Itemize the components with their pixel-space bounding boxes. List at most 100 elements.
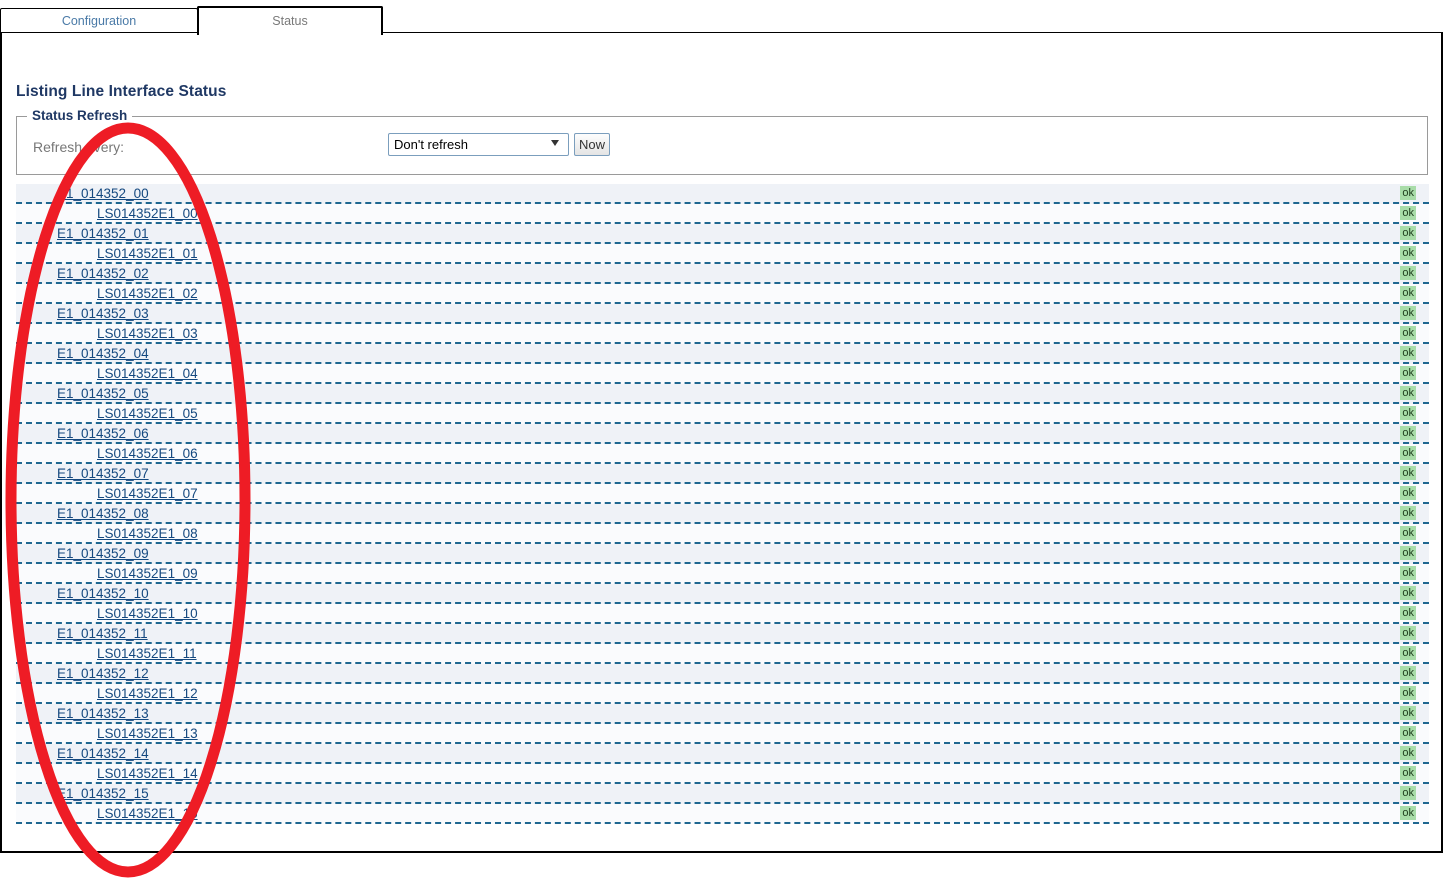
status-panel: Listing Line Interface Status Status Ref…	[0, 33, 1443, 853]
interface-link[interactable]: LS014352E1_00	[97, 205, 198, 222]
interface-row: LS014352E1_00 ok	[16, 204, 1429, 224]
interface-link[interactable]: E1_014352_02	[57, 265, 149, 282]
status-badge: ok	[1400, 446, 1416, 460]
tab-configuration[interactable]: Configuration	[0, 8, 198, 33]
interface-link[interactable]: LS014352E1_05	[97, 405, 198, 422]
status-badge: ok	[1400, 546, 1416, 560]
status-badge: ok	[1400, 306, 1416, 320]
interface-link[interactable]: E1_014352_09	[57, 545, 149, 562]
interface-link[interactable]: LS014352E1_14	[97, 765, 198, 782]
tab-strip: Configuration Status	[0, 0, 1444, 35]
interface-row: E1_014352_10 ok	[16, 584, 1429, 604]
status-badge: ok	[1400, 726, 1416, 740]
status-badge: ok	[1400, 406, 1416, 420]
interface-link[interactable]: E1_014352_13	[57, 705, 149, 722]
interface-link[interactable]: E1_014352_01	[57, 225, 149, 242]
status-badge: ok	[1400, 226, 1416, 240]
interface-row: E1_014352_08 ok	[16, 504, 1429, 524]
status-badge: ok	[1400, 266, 1416, 280]
interface-row: LS014352E1_07 ok	[16, 484, 1429, 504]
interface-row: LS014352E1_06 ok	[16, 444, 1429, 464]
interface-link[interactable]: LS014352E1_02	[97, 285, 198, 302]
status-badge: ok	[1400, 666, 1416, 680]
interface-row: LS014352E1_03 ok	[16, 324, 1429, 344]
refresh-every-label: Refresh every:	[33, 139, 125, 155]
status-badge: ok	[1400, 626, 1416, 640]
refresh-interval-select[interactable]: Don't refresh	[388, 133, 569, 156]
status-badge: ok	[1400, 386, 1416, 400]
interface-row: E1_014352_09 ok	[16, 544, 1429, 564]
status-badge: ok	[1400, 606, 1416, 620]
interface-link[interactable]: LS014352E1_10	[97, 605, 198, 622]
status-badge: ok	[1400, 466, 1416, 480]
interface-row: E1_014352_14 ok	[16, 744, 1429, 764]
interface-link[interactable]: E1_014352_06	[57, 425, 149, 442]
interface-row: E1_014352_13 ok	[16, 704, 1429, 724]
interface-link[interactable]: LS014352E1_01	[97, 245, 198, 262]
interface-row: E1_014352_01 ok	[16, 224, 1429, 244]
status-badge: ok	[1400, 486, 1416, 500]
interface-link[interactable]: LS014352E1_08	[97, 525, 198, 542]
interface-link[interactable]: E1_014352_07	[57, 465, 149, 482]
interface-row: E1_014352_05 ok	[16, 384, 1429, 404]
interface-link[interactable]: E1_014352_00	[57, 185, 149, 202]
interface-row: E1_014352_06 ok	[16, 424, 1429, 444]
interface-row: E1_014352_11 ok	[16, 624, 1429, 644]
interface-row: LS014352E1_05 ok	[16, 404, 1429, 424]
status-badge: ok	[1400, 646, 1416, 660]
interface-link[interactable]: LS014352E1_07	[97, 485, 198, 502]
interface-row: LS014352E1_11 ok	[16, 644, 1429, 664]
status-badge: ok	[1400, 706, 1416, 720]
status-badge: ok	[1400, 526, 1416, 540]
interface-row: E1_014352_07 ok	[16, 464, 1429, 484]
interface-row: LS014352E1_01 ok	[16, 244, 1429, 264]
interface-link[interactable]: E1_014352_14	[57, 745, 149, 762]
page-title: Listing Line Interface Status	[16, 83, 227, 100]
interface-row: E1_014352_04 ok	[16, 344, 1429, 364]
refresh-now-button[interactable]: Now	[574, 133, 610, 156]
interface-link[interactable]: E1_014352_04	[57, 345, 149, 362]
status-badge: ok	[1400, 686, 1416, 700]
interface-row: LS014352E1_10 ok	[16, 604, 1429, 624]
tab-status-label: Status	[272, 14, 308, 28]
status-badge: ok	[1400, 326, 1416, 340]
interface-link[interactable]: E1_014352_08	[57, 505, 149, 522]
interface-link[interactable]: LS014352E1_13	[97, 725, 198, 742]
interface-link[interactable]: E1_014352_11	[57, 625, 148, 642]
interface-link[interactable]: LS014352E1_09	[97, 565, 198, 582]
interface-row: LS014352E1_09 ok	[16, 564, 1429, 584]
status-badge: ok	[1400, 186, 1416, 200]
status-badge: ok	[1400, 566, 1416, 580]
interface-row: LS014352E1_13 ok	[16, 724, 1429, 744]
status-badge: ok	[1400, 426, 1416, 440]
interface-link[interactable]: LS014352E1_06	[97, 445, 198, 462]
status-badge: ok	[1400, 746, 1416, 760]
status-badge: ok	[1400, 506, 1416, 520]
interface-link[interactable]: E1_014352_15	[57, 785, 149, 802]
status-badge: ok	[1400, 206, 1416, 220]
tab-status[interactable]: Status	[197, 6, 383, 35]
interface-link[interactable]: LS014352E1_12	[97, 685, 198, 702]
interface-row: LS014352E1_15 ok	[16, 804, 1429, 824]
interface-link[interactable]: E1_014352_12	[57, 665, 149, 682]
status-refresh-fieldset: Status Refresh Refresh every: Don't refr…	[16, 108, 1428, 175]
interface-row: LS014352E1_08 ok	[16, 524, 1429, 544]
interface-link[interactable]: LS014352E1_03	[97, 325, 198, 342]
interface-row: LS014352E1_02 ok	[16, 284, 1429, 304]
interface-link[interactable]: E1_014352_03	[57, 305, 149, 322]
interface-link[interactable]: E1_014352_05	[57, 385, 149, 402]
status-badge: ok	[1400, 366, 1416, 380]
interface-link[interactable]: LS014352E1_11	[97, 645, 197, 662]
interface-row: LS014352E1_12 ok	[16, 684, 1429, 704]
interface-row: LS014352E1_04 ok	[16, 364, 1429, 384]
interface-link[interactable]: E1_014352_10	[57, 585, 149, 602]
line-interface-list: E1_014352_00 ok LS014352E1_00 ok E1_014352_0…	[16, 184, 1429, 835]
status-badge: ok	[1400, 346, 1416, 360]
status-badge: ok	[1400, 586, 1416, 600]
status-badge: ok	[1400, 286, 1416, 300]
interface-row: E1_014352_00 ok	[16, 184, 1429, 204]
interface-link[interactable]: LS014352E1_15	[97, 805, 198, 822]
status-badge: ok	[1400, 246, 1416, 260]
tab-configuration-label: Configuration	[61, 14, 137, 28]
interface-link[interactable]: LS014352E1_04	[97, 365, 198, 382]
